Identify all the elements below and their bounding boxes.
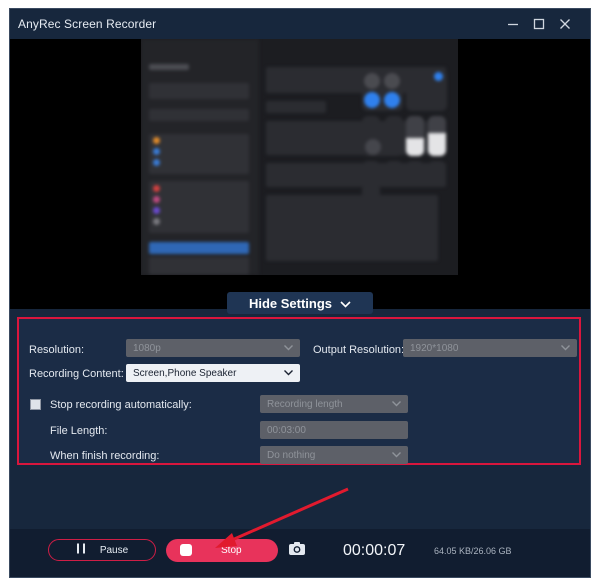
maximize-icon[interactable] bbox=[527, 12, 551, 36]
output-resolution-value: 1920*1080 bbox=[410, 342, 459, 354]
chevron-down-icon bbox=[391, 449, 402, 463]
recording-settings-panel: Resolution: 1080p Output Resolution: 192… bbox=[17, 317, 581, 465]
file-length-input[interactable]: 00:03:00 bbox=[260, 421, 408, 439]
close-icon[interactable] bbox=[553, 12, 577, 36]
resolution-select[interactable]: 1080p bbox=[126, 339, 300, 357]
minimize-icon[interactable] bbox=[501, 12, 525, 36]
recording-content-value: Screen,Phone Speaker bbox=[133, 367, 237, 379]
when-finish-label: When finish recording: bbox=[50, 450, 160, 462]
recording-timer: 00:00:07 bbox=[343, 542, 406, 559]
camera-icon[interactable] bbox=[288, 541, 306, 561]
hide-settings-button[interactable]: Hide Settings bbox=[227, 292, 373, 314]
chevron-down-icon bbox=[560, 342, 571, 356]
stop-button[interactable]: Stop bbox=[166, 539, 278, 562]
chevron-down-icon bbox=[283, 367, 294, 381]
stop-icon bbox=[180, 544, 192, 556]
chevron-down-icon bbox=[340, 296, 351, 311]
chevron-down-icon bbox=[391, 398, 402, 412]
stop-mode-value: Recording length bbox=[267, 398, 343, 410]
file-length-value: 00:03:00 bbox=[267, 424, 306, 436]
pause-label: Pause bbox=[99, 544, 129, 556]
recording-content-select[interactable]: Screen,Phone Speaker bbox=[126, 364, 300, 382]
screen-preview bbox=[141, 39, 458, 275]
file-length-label: File Length: bbox=[50, 425, 108, 437]
window-title: AnyRec Screen Recorder bbox=[18, 17, 157, 31]
when-finish-value: Do nothing bbox=[267, 449, 316, 461]
hide-settings-label: Hide Settings bbox=[248, 295, 333, 311]
recorder-window: AnyRec Screen Recorder Hide Settings Res… bbox=[9, 8, 591, 578]
recording-content-label: Recording Content: bbox=[29, 368, 124, 380]
stop-auto-checkbox[interactable] bbox=[30, 399, 41, 410]
control-bar: Pause Stop 00:00:07 64.05 KB/26.06 GB bbox=[10, 529, 590, 577]
title-bar: AnyRec Screen Recorder bbox=[10, 9, 590, 39]
stop-auto-label: Stop recording automatically: bbox=[50, 399, 192, 411]
file-size-indicator: 64.05 KB/26.06 GB bbox=[434, 546, 512, 556]
output-resolution-label: Output Resolution: bbox=[313, 344, 405, 356]
preview-area: Hide Settings bbox=[10, 39, 590, 314]
resolution-label: Resolution: bbox=[29, 344, 85, 356]
resolution-value: 1080p bbox=[133, 342, 161, 354]
output-resolution-select[interactable]: 1920*1080 bbox=[403, 339, 577, 357]
when-finish-select[interactable]: Do nothing bbox=[260, 446, 408, 464]
pause-icon bbox=[76, 543, 86, 557]
pause-button[interactable]: Pause bbox=[48, 539, 156, 561]
stop-mode-select[interactable]: Recording length bbox=[260, 395, 408, 413]
chevron-down-icon bbox=[283, 342, 294, 356]
stop-label: Stop bbox=[221, 545, 242, 556]
